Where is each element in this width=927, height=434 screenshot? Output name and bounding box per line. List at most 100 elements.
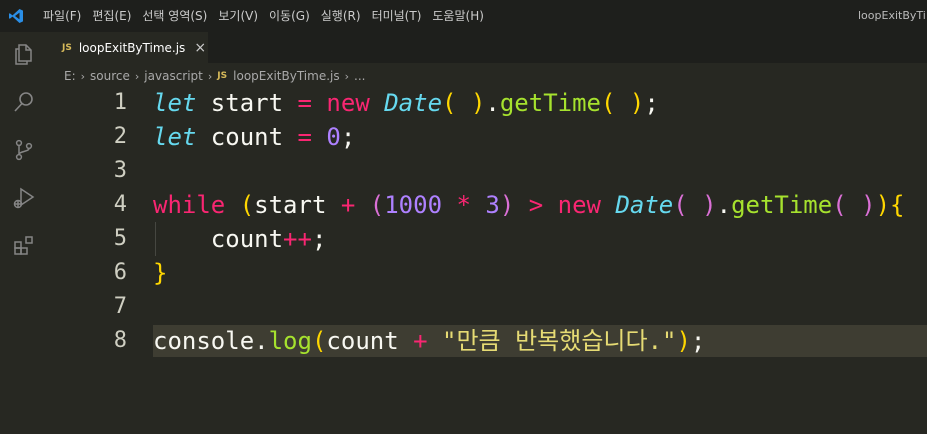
menu-item-4[interactable]: 이동(G) <box>269 0 310 32</box>
line-number: 4 <box>113 192 127 217</box>
code-text: } <box>153 256 167 290</box>
code-token: ( <box>239 191 255 219</box>
code-token: * <box>456 191 471 219</box>
code-token: let <box>153 89 197 117</box>
chevron-right-icon: › <box>134 69 140 83</box>
line-number: 2 <box>113 124 127 149</box>
code-token: ; <box>690 327 706 355</box>
breadcrumb-symbols[interactable]: ... <box>354 69 365 83</box>
code-token: ( <box>442 89 457 117</box>
run-debug-icon[interactable] <box>12 186 36 210</box>
title-bar: 파일(F) 편집(E) 선택 영역(S) 보기(V) 이동(G) 실행(R) 터미널(T) 도… <box>0 0 927 32</box>
tab-label: loopExitByTime.js <box>78 40 186 55</box>
code-token: ) <box>702 191 717 219</box>
code-token: "만큼 반복했습니다." <box>442 327 677 355</box>
code-token: ) <box>470 89 486 117</box>
code-token: ) <box>629 89 645 117</box>
code-editor[interactable]: 1 let start = new Date( ).getTime( ); 2 let… <box>48 86 927 434</box>
code-token: start <box>254 191 341 219</box>
line-number: 6 <box>113 260 127 285</box>
code-token: = <box>297 123 312 151</box>
menu-item-2[interactable]: 선택 영역(S) <box>142 0 207 32</box>
js-file-icon: JS <box>62 42 72 53</box>
code-token: new <box>326 89 370 117</box>
menu-item-1[interactable]: 편집(E) <box>92 0 131 32</box>
menu-item-0[interactable]: 파일(F) <box>43 0 81 32</box>
line-number: 3 <box>113 158 127 183</box>
code-token: ( <box>601 89 616 117</box>
close-icon[interactable]: × <box>194 40 206 56</box>
code-text: while (start + (1000 * 3) > new Date( ).… <box>153 188 904 222</box>
code-text: console.log(count + "만큼 반복했습니다."); <box>153 324 705 358</box>
breadcrumb-folder-javascript[interactable]: javascript <box>144 69 203 83</box>
explorer-icon[interactable] <box>12 42 36 66</box>
chevron-right-icon: › <box>344 69 350 83</box>
code-line[interactable]: 4 while (start + (1000 * 3) > new Date( )… <box>48 188 927 222</box>
code-token: let <box>153 123 197 151</box>
activity-bar <box>0 32 48 434</box>
window-title: loopExitByTi <box>858 9 926 22</box>
code-token: Date <box>615 191 674 219</box>
code-token: } <box>153 259 168 287</box>
code-text: let count = 0; <box>153 120 355 154</box>
code-token: ( <box>311 327 327 355</box>
code-token: + <box>340 191 356 219</box>
menu-item-6[interactable]: 터미널(T) <box>372 0 422 32</box>
code-token: count <box>326 327 414 355</box>
chevron-right-icon: › <box>80 69 86 83</box>
code-token: Date <box>384 89 443 117</box>
code-token: ) <box>875 191 891 219</box>
tab-loopexitbytime[interactable]: JS loopExitByTime.js × <box>48 32 208 63</box>
source-control-icon[interactable] <box>12 138 36 162</box>
search-icon[interactable] <box>12 90 36 114</box>
breadcrumb-file[interactable]: loopExitByTime.js <box>233 69 339 83</box>
code-token: log <box>268 327 312 355</box>
code-line[interactable]: 8 console.log(count + "만큼 반복했습니다."); <box>48 324 927 358</box>
code-token: ( <box>832 191 847 219</box>
menu-item-3[interactable]: 보기(V) <box>218 0 258 32</box>
menu-item-7[interactable]: 도움말(H) <box>432 0 484 32</box>
code-token: ++ <box>283 225 312 253</box>
code-token: 1000 <box>384 191 443 219</box>
line-number: 1 <box>113 90 127 115</box>
code-line[interactable]: 2 let count = 0; <box>48 120 927 154</box>
code-token: getTime <box>499 89 601 117</box>
extensions-icon[interactable] <box>12 234 36 258</box>
code-token: . <box>485 89 500 117</box>
breadcrumb-drive[interactable]: E: <box>64 69 76 83</box>
code-line[interactable]: 3 <box>48 154 927 188</box>
breadcrumb: E: › source › javascript › JS loopExitBy… <box>64 66 365 86</box>
code-token: 3 <box>485 191 500 219</box>
menu-item-5[interactable]: 실행(R) <box>321 0 361 32</box>
code-line[interactable]: 5 count++; <box>48 222 927 256</box>
code-token: ( <box>673 191 688 219</box>
code-token: count <box>196 123 298 151</box>
code-token: ; <box>644 89 659 117</box>
code-token: count <box>153 225 284 253</box>
code-token: while <box>153 191 226 219</box>
code-line[interactable]: 6} <box>48 256 927 290</box>
code-line[interactable]: 1 let start = new Date( ).getTime( ); <box>48 86 927 120</box>
js-file-icon: JS <box>217 71 228 81</box>
code-token: . <box>716 191 732 219</box>
code-token: + <box>413 327 428 355</box>
code-line[interactable]: 7 <box>48 290 927 324</box>
code-token: ; <box>311 225 327 253</box>
code-token: { <box>890 191 905 219</box>
code-token: ) <box>676 327 691 355</box>
line-number: 7 <box>113 294 127 319</box>
breadcrumb-folder-source[interactable]: source <box>90 69 130 83</box>
